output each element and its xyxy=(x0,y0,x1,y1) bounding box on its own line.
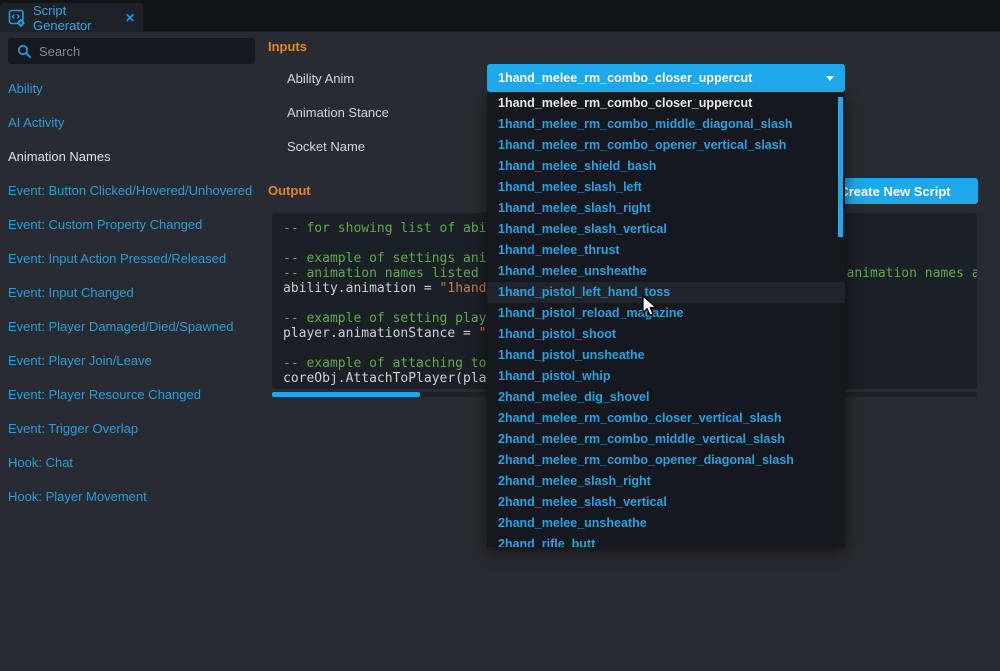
dropdown-option[interactable]: 2hand_rifle_butt xyxy=(487,534,845,547)
dropdown-scrollbar-thumb[interactable] xyxy=(838,97,843,237)
ability-anim-dropdown-value: 1hand_melee_rm_combo_closer_uppercut xyxy=(498,71,752,85)
input-label-animation-stance: Animation Stance xyxy=(287,105,389,120)
search-icon xyxy=(17,44,32,59)
input-label-socket-name: Socket Name xyxy=(287,139,365,154)
sidebar-item[interactable]: Event: Input Action Pressed/Released xyxy=(0,242,260,276)
input-label-ability-anim: Ability Anim xyxy=(287,71,354,86)
dropdown-option[interactable]: 1hand_pistol_unsheathe xyxy=(487,345,845,366)
dropdown-option[interactable]: 1hand_pistol_shoot xyxy=(487,324,845,345)
sidebar-item[interactable]: Animation Names xyxy=(0,140,260,174)
dropdown-option[interactable]: 1hand_pistol_whip xyxy=(487,366,845,387)
script-generator-icon xyxy=(8,9,26,27)
dropdown-option[interactable]: 1hand_melee_rm_combo_opener_vertical_sla… xyxy=(487,135,845,156)
dropdown-option[interactable]: 2hand_melee_slash_right xyxy=(487,471,845,492)
sidebar-item[interactable]: Event: Trigger Overlap xyxy=(0,412,260,446)
sidebar-item[interactable]: Event: Player Damaged/Died/Spawned xyxy=(0,310,260,344)
sidebar-item[interactable]: Event: Player Resource Changed xyxy=(0,378,260,412)
dropdown-option[interactable]: 2hand_melee_unsheathe xyxy=(487,513,845,534)
dropdown-option[interactable]: 2hand_melee_rm_combo_opener_diagonal_sla… xyxy=(487,450,845,471)
sidebar-item[interactable]: Ability xyxy=(0,72,260,106)
dropdown-option[interactable]: 1hand_melee_rm_combo_middle_diagonal_sla… xyxy=(487,114,845,135)
sidebar-item[interactable]: Event: Player Join/Leave xyxy=(0,344,260,378)
dropdown-option[interactable]: 1hand_melee_rm_combo_closer_uppercut xyxy=(487,93,845,114)
dropdown-option[interactable]: 1hand_melee_unsheathe xyxy=(487,261,845,282)
ability-anim-dropdown-list: 1hand_melee_rm_combo_closer_uppercut1han… xyxy=(487,93,845,547)
dropdown-option[interactable]: 2hand_melee_dig_shovel xyxy=(487,387,845,408)
search-placeholder: Search xyxy=(39,44,80,59)
dropdown-option[interactable]: 1hand_pistol_reload_magazine xyxy=(487,303,845,324)
sidebar-item[interactable]: Event: Button Clicked/Hovered/Unhovered xyxy=(0,174,260,208)
dropdown-option[interactable]: 2hand_melee_slash_vertical xyxy=(487,492,845,513)
dropdown-option[interactable]: 2hand_melee_rm_combo_closer_vertical_sla… xyxy=(487,408,845,429)
dropdown-option[interactable]: 1hand_melee_shield_bash xyxy=(487,156,845,177)
dropdown-option[interactable]: 1hand_melee_slash_left xyxy=(487,177,845,198)
sidebar-item[interactable]: Event: Custom Property Changed xyxy=(0,208,260,242)
tab-close-icon[interactable]: ✕ xyxy=(125,11,135,25)
dropdown-option[interactable]: 1hand_melee_slash_vertical xyxy=(487,219,845,240)
inputs-header: Inputs xyxy=(268,39,307,54)
sidebar-item[interactable]: Event: Input Changed xyxy=(0,276,260,310)
dropdown-option[interactable]: 1hand_melee_slash_right xyxy=(487,198,845,219)
tab-title: Script Generator xyxy=(33,3,116,33)
code-horizontal-scrollbar-thumb[interactable] xyxy=(272,392,420,397)
search-input[interactable]: Search xyxy=(8,38,255,64)
ability-anim-dropdown[interactable]: 1hand_melee_rm_combo_closer_uppercut xyxy=(487,64,845,92)
script-category-list: AbilityAI ActivityAnimation NamesEvent: … xyxy=(0,72,260,514)
output-header: Output xyxy=(268,183,311,198)
code-text: player.animationStance = xyxy=(283,326,479,341)
dropdown-option[interactable]: 1hand_melee_thrust xyxy=(487,240,845,261)
tab-bar: Script Generator ✕ xyxy=(0,0,1000,32)
tab-script-generator[interactable]: Script Generator ✕ xyxy=(0,3,143,32)
sidebar-item[interactable]: Hook: Player Movement xyxy=(0,480,260,514)
dropdown-option[interactable]: 2hand_melee_rm_combo_middle_vertical_sla… xyxy=(487,429,845,450)
sidebar-item[interactable]: AI Activity xyxy=(0,106,260,140)
dropdown-option[interactable]: 1hand_pistol_left_hand_toss xyxy=(487,282,845,303)
sidebar-item[interactable]: Hook: Chat xyxy=(0,446,260,480)
code-text: ability.animation = xyxy=(283,281,440,296)
chevron-down-icon xyxy=(826,76,834,81)
